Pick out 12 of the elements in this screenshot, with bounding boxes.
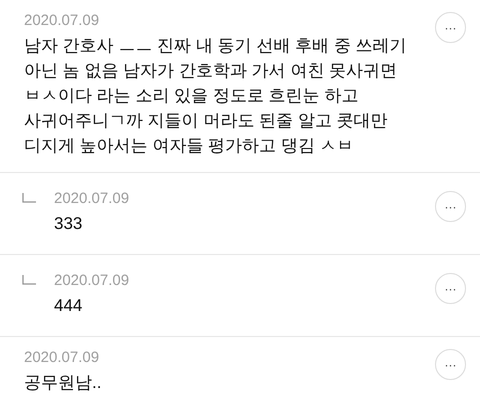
comment-text: 444 (54, 295, 84, 317)
comment-text: 공무원남.. (24, 372, 102, 394)
comment-date: 2020.07.09 (24, 348, 100, 368)
more-button[interactable]: ··· (435, 191, 466, 222)
comment-date: 2020.07.09 (54, 271, 130, 291)
comment-date: 2020.07.09 (54, 189, 130, 209)
comment-text: 남자 간호사 ㅡㅡ 진짜 내 동기 선배 후배 중 쓰레기 아닌 놈 없음 남자가 간호학과 가서 여친 못사귀면 ㅂㅅ이다 라는 소리 있을 정도로 흐린눈 하고 사귀어주니ㄱ까 지들이 머라도 된줄 알고 콧대만 디지게 높아서는 여자들 평가하고 댕김 ㅅㅂ (24, 35, 408, 157)
more-button[interactable]: ··· (435, 349, 466, 380)
more-button[interactable]: ··· (435, 12, 466, 43)
comment-date: 2020.07.09 (24, 11, 100, 31)
more-button[interactable]: ··· (435, 273, 466, 304)
comment-text: 333 (54, 213, 84, 235)
